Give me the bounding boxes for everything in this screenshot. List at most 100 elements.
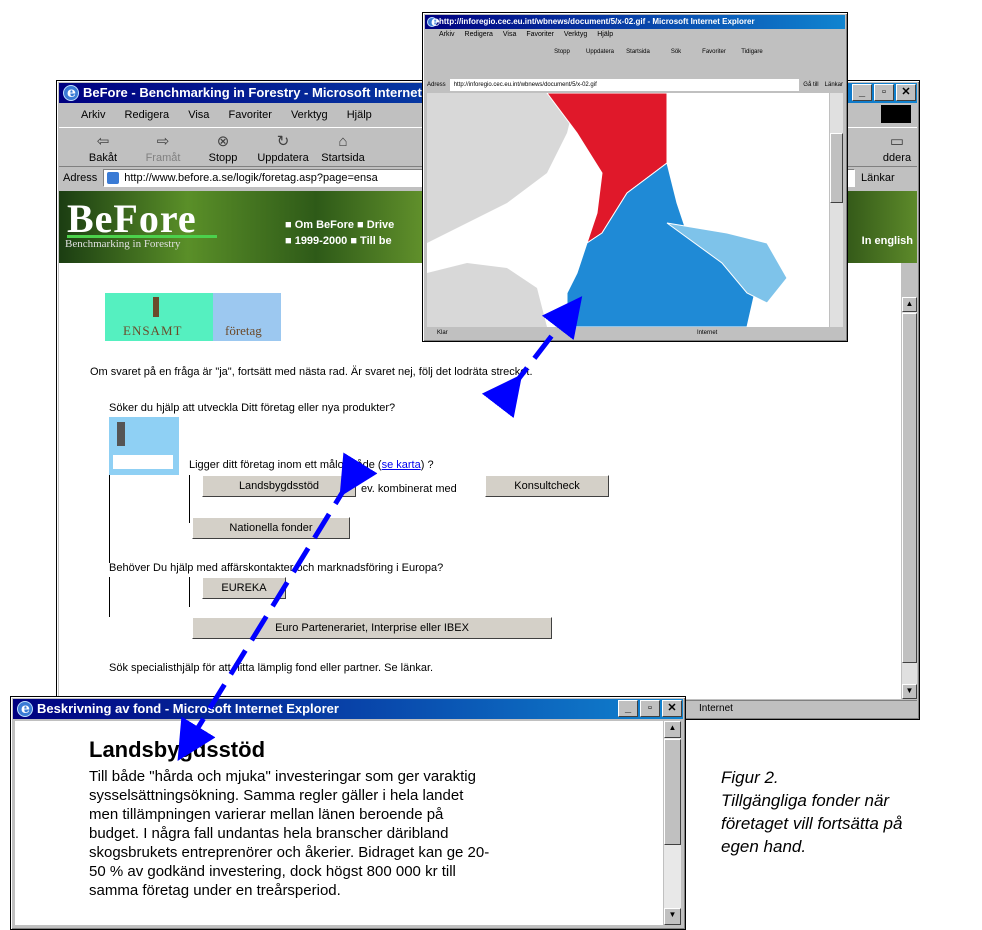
se-karta-link[interactable]: se karta (382, 459, 421, 471)
figure-tile (109, 417, 179, 475)
dialog-window-controls: _ ▫ ✕ (618, 700, 682, 717)
tab-foretag-label: företag (225, 323, 262, 338)
map-refresh-button[interactable]: Uppdatera (581, 49, 619, 55)
map-menu-hjalp[interactable]: Hjälp (597, 31, 613, 38)
home-icon: ⌂ (338, 133, 348, 150)
caption-line-2: Tillgängliga fonder när (721, 791, 890, 810)
map-menu-arkiv[interactable]: Arkiv (439, 31, 455, 38)
map-window-title: http://inforegio.cec.eu.int/wbnews/docum… (439, 17, 755, 26)
stop-button[interactable]: ⊗ Stopp (193, 134, 253, 166)
map-title-bar[interactable]: http://inforegio.cec.eu.int/wbnews/docum… (425, 15, 845, 29)
map-scroll-thumb[interactable] (830, 133, 843, 203)
question-3: Behöver Du hjälp med affärskontakter och… (109, 562, 444, 574)
landsbygdsstod-button[interactable]: Landsbygdsstöd (202, 475, 356, 497)
map-toolbar: Stopp Uppdatera Startsida Sök Favoriter … (543, 49, 771, 55)
konsultcheck-button[interactable]: Konsultcheck (485, 475, 609, 497)
menu-arkiv[interactable]: Arkiv (81, 109, 105, 121)
map-go-button[interactable]: Gå till (803, 79, 818, 91)
refresh-icon: ↻ (276, 133, 290, 150)
menu-redigera[interactable]: Redigera (125, 109, 170, 121)
map-history-button[interactable]: Tidigare (733, 49, 771, 55)
dialog-scroll-thumb[interactable] (664, 739, 681, 845)
menu-visa[interactable]: Visa (188, 109, 209, 121)
banner-nav-row-2[interactable]: ■ 1999-2000 ■ Till be (285, 235, 392, 247)
tab-ensamt-label: ENSAMT (123, 323, 183, 338)
dialog-maximize-button[interactable]: ▫ (640, 700, 660, 717)
flow-line-3 (109, 577, 110, 617)
links-button[interactable]: Länkar (861, 172, 917, 184)
map-menu-favoriter[interactable]: Favoriter (526, 31, 554, 38)
map-favorites-button[interactable]: Favoriter (695, 49, 733, 55)
dialog-minimize-button[interactable]: _ (618, 700, 638, 717)
scroll-up-button[interactable]: ▲ (902, 297, 917, 312)
hiker-figure-icon (117, 422, 125, 446)
flow-line-2 (189, 475, 190, 523)
map-status-right: Internet (697, 330, 718, 336)
menu-verktyg[interactable]: Verktyg (291, 109, 328, 121)
in-english-link[interactable]: In english (862, 235, 913, 247)
eu-region-map (427, 93, 829, 327)
map-menu-bar: Arkiv Redigera Visa Favoriter Verktyg Hj… (439, 31, 613, 38)
forward-arrow-icon: ⇨ (156, 133, 170, 150)
ie-logo-icon (63, 83, 79, 103)
caption-line-1: Figur 2. (721, 768, 779, 787)
tab-foretag[interactable]: företag (213, 293, 281, 341)
question-2: Ligger ditt företag inom ett målområde (… (189, 459, 434, 471)
windows-logo-icon (881, 105, 911, 123)
close-button[interactable]: ✕ (896, 84, 916, 101)
back-arrow-icon: ⇦ (96, 133, 110, 150)
back-button[interactable]: ⇦ Bakåt (73, 134, 133, 166)
ie-logo-icon (427, 15, 440, 29)
minimize-button[interactable]: _ (852, 84, 872, 101)
map-search-button[interactable]: Sök (657, 49, 695, 55)
map-status-bar: Klar Internet (427, 327, 843, 339)
map-stop-button[interactable]: Stopp (543, 49, 581, 55)
dialog-title: Beskrivning av fond - Microsoft Internet… (37, 701, 339, 716)
menu-hjalp[interactable]: Hjälp (347, 109, 372, 121)
tab-ensamt[interactable]: ENSAMT (105, 293, 215, 341)
status-zone: Internet (699, 703, 733, 714)
menu-favoriter[interactable]: Favoriter (228, 109, 271, 121)
main-vertical-scrollbar[interactable]: ▲ ▼ (901, 297, 917, 699)
nationella-fonder-button[interactable]: Nationella fonder (192, 517, 350, 539)
hiker-icon (153, 297, 159, 317)
main-window-title: BeFore - Benchmarking in Forestry - Micr… (83, 85, 422, 100)
dialog-content: Landsbygdsstöd Till både "hårda och mjuk… (15, 721, 663, 925)
question-4: Sök specialisthjälp för att hitta lämpli… (109, 662, 434, 674)
map-menu-verktyg[interactable]: Verktyg (564, 31, 587, 38)
map-address-input[interactable]: http://inforegio.cec.eu.int/wbnews/docum… (449, 79, 800, 91)
euro-partenariet-button[interactable]: Euro Partenerariet, Interprise eller IBE… (192, 617, 552, 639)
combined-text: ev. kombinerat med (361, 483, 457, 495)
map-menu-visa[interactable]: Visa (503, 31, 517, 38)
map-graphic (427, 93, 829, 327)
fund-heading: Landsbygdsstöd (89, 737, 266, 762)
refresh-button[interactable]: ↻ Uppdatera (253, 134, 313, 166)
home-button[interactable]: ⌂ Startsida (313, 134, 373, 166)
dialog-close-button[interactable]: ✕ (662, 700, 682, 717)
scroll-down-button[interactable]: ▼ (902, 684, 917, 699)
maximize-button[interactable]: ▫ (874, 84, 894, 101)
flow-line-4 (189, 577, 190, 607)
eureka-button[interactable]: EUREKA (202, 577, 286, 599)
dialog-title-bar[interactable]: Beskrivning av fond - Microsoft Internet… (13, 699, 683, 719)
map-status-left: Klar (437, 330, 448, 336)
figure-path (113, 455, 173, 469)
banner-nav-row-1[interactable]: ■ Om BeFore ■ Drive (285, 219, 394, 231)
dialog-vertical-scrollbar[interactable]: ▲ ▼ (663, 721, 681, 925)
dialog-scroll-down-button[interactable]: ▼ (664, 908, 681, 925)
ie-logo-icon (17, 699, 33, 719)
scroll-thumb[interactable] (902, 313, 917, 663)
dialog-scroll-up-button[interactable]: ▲ (664, 721, 681, 738)
map-home-button[interactable]: Startsida (619, 49, 657, 55)
map-menu-redigera[interactable]: Redigera (465, 31, 493, 38)
forward-button[interactable]: ⇨ Framåt (133, 134, 193, 166)
main-window-controls: _ ▫ ✕ (852, 84, 916, 101)
caption-line-4: egen hand. (721, 837, 807, 856)
history-button[interactable]: ▭ ddera (877, 134, 917, 166)
map-vertical-scrollbar[interactable] (829, 93, 843, 327)
question-1: Söker du hjälp att utveckla Ditt företag… (109, 402, 396, 414)
map-links-button[interactable]: Länkar (825, 79, 843, 91)
stop-icon: ⊗ (216, 133, 230, 150)
intro-text: Om svaret på en fråga är "ja", fortsätt … (90, 366, 533, 378)
flow-line-1 (109, 475, 110, 563)
